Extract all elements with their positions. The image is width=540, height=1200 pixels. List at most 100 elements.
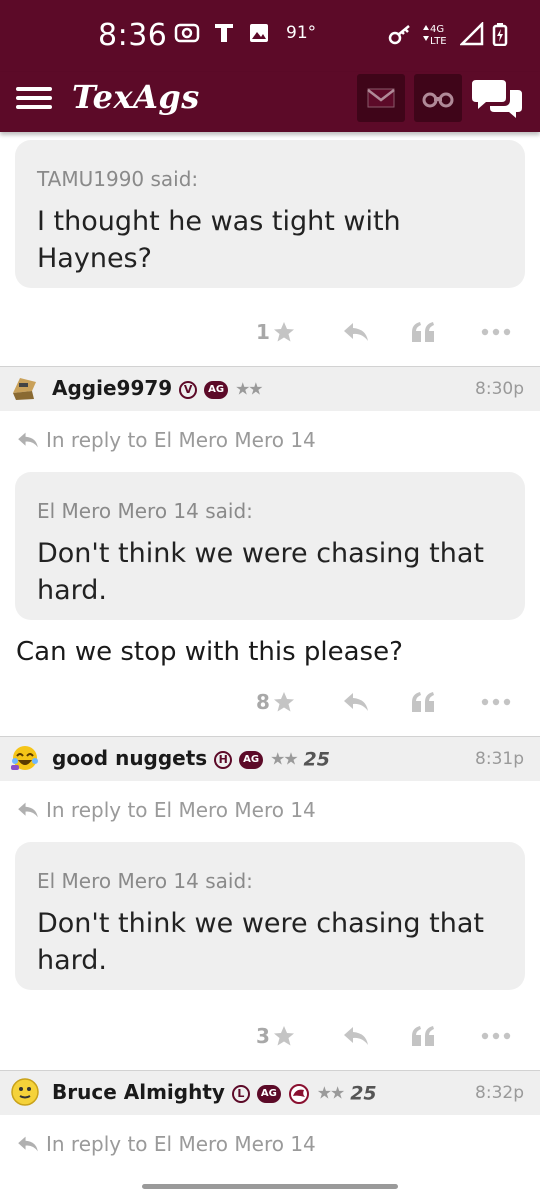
like-count: 3 (256, 1024, 270, 1048)
reply-to-text: In reply to El Mero Mero 14 (46, 1132, 316, 1156)
reply-icon (18, 1136, 38, 1152)
mail-icon (367, 88, 395, 108)
chat-button[interactable] (472, 76, 524, 120)
status-temperature: 91° (286, 23, 317, 43)
screen-record-icon (174, 23, 200, 43)
image-icon (250, 24, 268, 42)
rank-stars: ★★ (235, 379, 264, 400)
reply-to-text: In reply to El Mero Mero 14 (46, 428, 316, 452)
more-button[interactable] (480, 1016, 512, 1056)
more-icon (481, 698, 511, 706)
badge-ag: AG (256, 1084, 281, 1103)
badge-l: L (231, 1084, 250, 1103)
rank-stars: ★★ (270, 749, 299, 770)
reply-to-link[interactable]: In reply to El Mero Mero 14 (16, 798, 316, 822)
badge-25: 25 (350, 1082, 377, 1105)
username-text: Bruce Almighty (52, 1080, 225, 1104)
reply-icon (344, 1027, 368, 1045)
signal-icon (460, 22, 484, 46)
quote-button[interactable] (410, 1016, 438, 1056)
post-header: Aggie9979 V AG ★★ 8:30p (0, 366, 540, 411)
username[interactable]: Bruce Almighty L AG ★★ 25 (52, 1080, 377, 1105)
post-time[interactable]: 8:30p (475, 379, 524, 399)
quote-icon (412, 692, 434, 712)
more-button[interactable] (480, 312, 512, 352)
status-bar: 8:36 91° 4G LTE (0, 0, 540, 72)
post-header: Bruce Almighty L AG ★★ 25 8:32p (0, 1070, 540, 1115)
reply-button[interactable] (342, 312, 370, 352)
username[interactable]: Aggie9979 V AG ★★ (52, 376, 264, 400)
reply-to-link[interactable]: In reply to El Mero Mero 14 (16, 428, 316, 452)
quote-block: El Mero Mero 14 said: Don't think we wer… (15, 472, 525, 620)
quote-author: El Mero Mero 14 said: (37, 499, 253, 523)
quote-text: Don't think we were chasing that hard. (37, 538, 484, 606)
reply-button[interactable] (342, 682, 370, 722)
battery-icon (492, 23, 508, 46)
quote-text: I thought he was tight with Haynes? (37, 206, 401, 274)
reply-icon (18, 432, 38, 448)
reply-icon (18, 802, 38, 818)
svg-text:LTE: LTE (430, 36, 447, 46)
like-button[interactable]: 3 (256, 1016, 296, 1056)
quote-author: TAMU1990 said: (37, 167, 199, 191)
team-logo-icon (288, 1083, 309, 1104)
vpn-key-icon (388, 25, 410, 45)
svg-text:4G: 4G (430, 24, 444, 35)
quote-icon (412, 322, 434, 342)
star-icon (273, 692, 294, 712)
badge-25: 25 (303, 748, 330, 771)
like-button[interactable]: 8 (256, 682, 296, 722)
reply-icon (344, 323, 368, 341)
like-button[interactable]: 1 (256, 312, 296, 352)
post-time[interactable]: 8:31p (475, 749, 524, 769)
thread-content: TAMU1990 said: I thought he was tight wi… (0, 132, 540, 1200)
post-header: good nuggets H AG ★★ 25 8:31p (0, 736, 540, 781)
username-text: good nuggets (52, 746, 208, 770)
badge-ag: AG (239, 750, 264, 769)
more-button[interactable] (480, 682, 512, 722)
post-body: Can we stop with this please? (16, 637, 403, 667)
post-actions: 1 (0, 312, 540, 352)
badge-v: V (179, 380, 198, 399)
status-time: 8:36 (98, 18, 168, 53)
avatar[interactable] (10, 743, 40, 773)
more-icon (481, 1032, 511, 1040)
reply-to-link[interactable]: In reply to El Mero Mero 14 (16, 1132, 316, 1156)
like-count: 1 (256, 320, 270, 344)
quote-block: El Mero Mero 14 said: Don't think we wer… (15, 842, 525, 990)
binoculars-icon (422, 92, 454, 108)
status-icons-right: 4G LTE (388, 22, 508, 46)
more-icon (481, 328, 511, 336)
username-text: Aggie9979 (52, 376, 173, 400)
star-icon (273, 1026, 294, 1046)
post-time[interactable]: 8:32p (475, 1083, 524, 1103)
post-actions: 3 (0, 1016, 540, 1056)
post-actions: 8 (0, 682, 540, 722)
chat-icon (472, 80, 522, 118)
avatar[interactable] (10, 373, 40, 403)
home-indicator[interactable] (142, 1184, 398, 1189)
reply-icon (344, 693, 368, 711)
watchlist-button[interactable] (414, 74, 462, 122)
reply-to-text: In reply to El Mero Mero 14 (46, 798, 316, 822)
brand-logo[interactable]: TexAgs (72, 78, 200, 116)
app-bar: TexAgs (0, 72, 540, 132)
network-4g-icon: 4G LTE (423, 24, 447, 46)
t-mobile-icon (215, 24, 233, 42)
like-count: 8 (256, 690, 270, 714)
quote-author: El Mero Mero 14 said: (37, 869, 253, 893)
badge-ag: AG (204, 380, 229, 399)
avatar[interactable] (10, 1077, 40, 1107)
username[interactable]: good nuggets H AG ★★ 25 (52, 746, 330, 771)
quote-text: Don't think we were chasing that hard. (37, 908, 484, 976)
quote-block: TAMU1990 said: I thought he was tight wi… (15, 140, 525, 288)
quote-button[interactable] (410, 682, 438, 722)
quote-icon (412, 1026, 434, 1046)
menu-icon[interactable] (16, 82, 52, 116)
badge-h: H (214, 750, 233, 769)
star-icon (273, 322, 294, 342)
reply-button[interactable] (342, 1016, 370, 1056)
quote-button[interactable] (410, 312, 438, 352)
status-icons-left: 91° (174, 22, 316, 44)
messages-button[interactable] (357, 74, 405, 122)
